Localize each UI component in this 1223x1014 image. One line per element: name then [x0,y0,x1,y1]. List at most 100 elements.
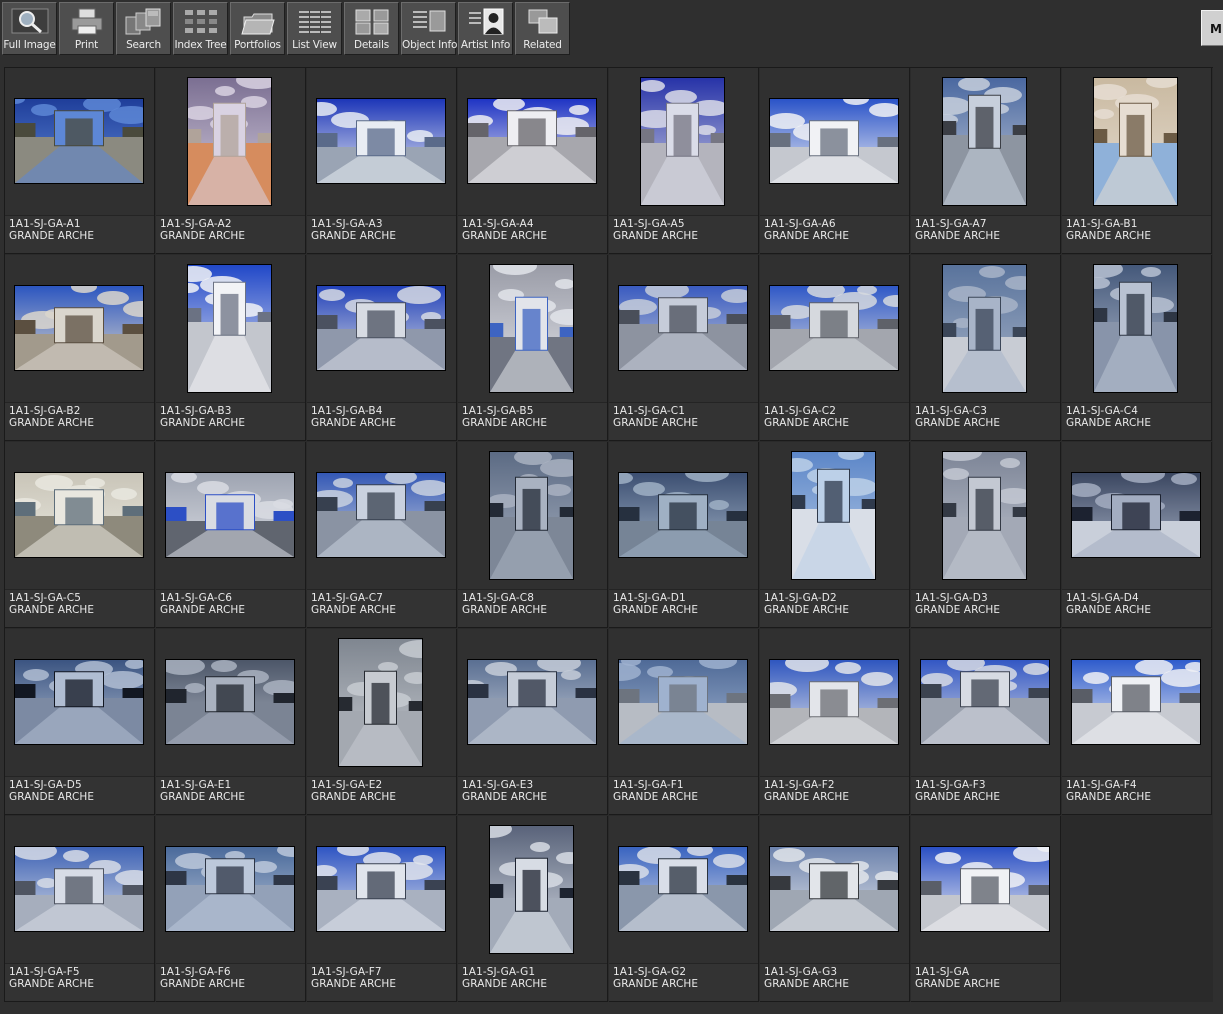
thumbnail-cell[interactable]: 1A1-SJ-GA-G3 GRANDE ARCHE [760,816,910,1002]
thumbnail-image[interactable] [317,847,445,931]
thumbnail-cell[interactable]: 1A1-SJ-GA-F5 GRANDE ARCHE [5,816,155,1002]
thumbnail-frame [458,816,607,964]
thumbnail-image[interactable] [770,286,898,370]
thumbnail-image[interactable] [317,99,445,183]
thumbnail-image[interactable] [1072,473,1200,557]
thumbnail-image[interactable] [792,452,875,579]
thumbnail-cell[interactable]: 1A1-SJ-GA-F6 GRANDE ARCHE [156,816,306,1002]
image-id-label: 1A1-SJ-GA-B1 [1066,218,1138,230]
thumbnail-cell[interactable]: 1A1-SJ-GA-A1 GRANDE ARCHE [5,68,155,254]
thumbnail-image[interactable] [166,473,294,557]
thumbnail-image[interactable] [15,99,143,183]
index-tree-button[interactable]: Index Tree [173,2,228,55]
thumbnail-image[interactable] [317,286,445,370]
thumbnail-image[interactable] [641,78,724,205]
list-view-icon [295,7,335,37]
thumbnail-cell[interactable]: 1A1-SJ-GA-A5 GRANDE ARCHE [609,68,759,254]
artist-info-button[interactable]: Artist Info [458,2,513,55]
thumbnail-image[interactable] [619,286,747,370]
thumbnail-cell[interactable]: 1A1-SJ-GA-C4 GRANDE ARCHE [1062,255,1212,441]
thumbnail-image[interactable] [468,660,596,744]
thumbnail-cell[interactable]: 1A1-SJ-GA-A6 GRANDE ARCHE [760,68,910,254]
thumbnail-image[interactable] [921,660,1049,744]
thumbnail-cell[interactable]: 1A1-SJ-GA-F1 GRANDE ARCHE [609,629,759,815]
thumbnail-image[interactable] [1094,78,1177,205]
thumbnail-caption: 1A1-SJ-GA-C2 GRANDE ARCHE [764,405,849,429]
thumbnail-cell[interactable]: 1A1-SJ-GA-A3 GRANDE ARCHE [307,68,457,254]
thumbnail-frame [5,68,154,216]
thumbnail-cell[interactable]: 1A1-SJ-GA-B4 GRANDE ARCHE [307,255,457,441]
thumbnail-cell[interactable]: 1A1-SJ-GA-C3 GRANDE ARCHE [911,255,1061,441]
details-button[interactable]: Details [344,2,399,55]
thumbnail-cell[interactable]: 1A1-SJ-GA-C1 GRANDE ARCHE [609,255,759,441]
thumbnail-image[interactable] [770,847,898,931]
thumbnail-frame [5,629,154,777]
thumbnail-image[interactable] [770,660,898,744]
thumbnail-cell[interactable]: 1A1-SJ-GA-C5 GRANDE ARCHE [5,442,155,628]
thumbnail-image[interactable] [339,639,422,766]
thumbnail-cell[interactable]: 1A1-SJ-GA-G1 GRANDE ARCHE [458,816,608,1002]
thumbnail-image[interactable] [15,286,143,370]
thumbnail-cell[interactable]: 1A1-SJ-GA-B1 GRANDE ARCHE [1062,68,1212,254]
portfolios-button[interactable]: Portfolios [230,2,285,55]
image-id-label: 1A1-SJ-GA-G1 [462,966,536,978]
thumbnail-cell[interactable]: 1A1-SJ-GA-C8 GRANDE ARCHE [458,442,608,628]
thumbnail-frame [760,442,909,590]
thumbnail-cell[interactable]: 1A1-SJ-GA-F4 GRANDE ARCHE [1062,629,1212,815]
thumbnail-cell[interactable]: 1A1-SJ-GA-E2 GRANDE ARCHE [307,629,457,815]
thumbnail-image[interactable] [15,660,143,744]
m-button[interactable]: M [1201,10,1223,46]
thumbnail-cell[interactable]: 1A1-SJ-GA-E1 GRANDE ARCHE [156,629,306,815]
thumbnail-frame [911,255,1060,403]
thumbnail-image[interactable] [619,473,747,557]
object-info-button[interactable]: Object Info [401,2,457,55]
thumbnail-cell[interactable]: 1A1-SJ-GA GRANDE ARCHE [911,816,1061,1002]
thumbnail-cell[interactable]: 1A1-SJ-GA-D3 GRANDE ARCHE [911,442,1061,628]
thumbnail-cell[interactable]: 1A1-SJ-GA-D1 GRANDE ARCHE [609,442,759,628]
thumbnail-cell[interactable]: 1A1-SJ-GA-F7 GRANDE ARCHE [307,816,457,1002]
thumbnail-image[interactable] [770,99,898,183]
thumbnail-image[interactable] [1072,660,1200,744]
thumbnail-cell[interactable]: 1A1-SJ-GA-A4 GRANDE ARCHE [458,68,608,254]
thumbnail-image[interactable] [188,78,271,205]
thumbnail-cell[interactable]: 1A1-SJ-GA-F3 GRANDE ARCHE [911,629,1061,815]
full-image-button[interactable]: Full Image [2,2,57,55]
thumbnail-cell[interactable]: 1A1-SJ-GA-C2 GRANDE ARCHE [760,255,910,441]
thumbnail-cell[interactable]: 1A1-SJ-GA-B3 GRANDE ARCHE [156,255,306,441]
thumbnail-cell[interactable]: 1A1-SJ-GA-D4 GRANDE ARCHE [1062,442,1212,628]
print-button[interactable]: Print [59,2,114,55]
thumbnail-image[interactable] [166,660,294,744]
thumbnail-image[interactable] [943,452,1026,579]
thumbnail-image[interactable] [943,78,1026,205]
search-button[interactable]: Search [116,2,171,55]
thumbnail-image[interactable] [490,265,573,392]
thumbnail-cell[interactable]: 1A1-SJ-GA-C7 GRANDE ARCHE [307,442,457,628]
image-id-label: 1A1-SJ-GA-C4 [1066,405,1138,417]
thumbnail-image[interactable] [921,847,1049,931]
thumbnail-image[interactable] [619,660,747,744]
thumbnail-cell[interactable]: 1A1-SJ-GA-G2 GRANDE ARCHE [609,816,759,1002]
thumbnail-cell[interactable]: 1A1-SJ-GA-E3 GRANDE ARCHE [458,629,608,815]
thumbnail-image[interactable] [468,99,596,183]
thumbnail-image[interactable] [490,826,573,953]
thumbnail-image[interactable] [166,847,294,931]
related-button[interactable]: Related [515,2,570,55]
list-view-button[interactable]: List View [287,2,342,55]
thumbnail-cell[interactable]: 1A1-SJ-GA-B2 GRANDE ARCHE [5,255,155,441]
thumbnail-image[interactable] [15,847,143,931]
thumbnail-image[interactable] [1094,265,1177,392]
thumbnail-image[interactable] [490,452,573,579]
thumbnail-image[interactable] [943,265,1026,392]
thumbnail-cell[interactable]: 1A1-SJ-GA-B5 GRANDE ARCHE [458,255,608,441]
thumbnail-cell[interactable]: 1A1-SJ-GA-A2 GRANDE ARCHE [156,68,306,254]
thumbnail-cell[interactable]: 1A1-SJ-GA-C6 GRANDE ARCHE [156,442,306,628]
thumbnail-cell[interactable]: 1A1-SJ-GA-F2 GRANDE ARCHE [760,629,910,815]
thumbnail-image[interactable] [188,265,271,392]
thumbnail-image[interactable] [317,473,445,557]
thumbnail-cell[interactable]: 1A1-SJ-GA-A7 GRANDE ARCHE [911,68,1061,254]
thumbnail-cell[interactable]: 1A1-SJ-GA-D5 GRANDE ARCHE [5,629,155,815]
thumbnail-image[interactable] [15,473,143,557]
thumbnail-frame [760,816,909,964]
thumbnail-cell[interactable]: 1A1-SJ-GA-D2 GRANDE ARCHE [760,442,910,628]
thumbnail-image[interactable] [619,847,747,931]
